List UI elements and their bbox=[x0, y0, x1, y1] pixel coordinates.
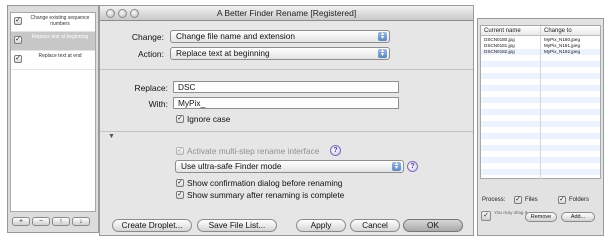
column-header-change-to[interactable]: Change to bbox=[541, 26, 600, 36]
window-title: A Better Finder Rename [Registered] bbox=[216, 8, 357, 18]
column-header-current[interactable]: Current name bbox=[481, 26, 540, 36]
safe-mode-value: Use ultra-safe Finder mode bbox=[181, 161, 282, 171]
checkmark-icon: ✓ bbox=[176, 191, 184, 199]
change-label: Change: bbox=[131, 32, 164, 42]
create-droplet-button[interactable]: Create Droplet... bbox=[112, 219, 192, 232]
step-item-selected[interactable]: ✓ Replace text at beginning bbox=[11, 32, 95, 51]
chevron-updown-icon: ▴ ▾ bbox=[378, 31, 387, 41]
action-value: Replace text at beginning bbox=[176, 48, 270, 58]
divider bbox=[100, 69, 473, 70]
steps-list: ✓ Change existing sequence numbers ✓ Rep… bbox=[10, 12, 96, 212]
steps-window: ✓ Change existing sequence numbers ✓ Rep… bbox=[7, 5, 99, 233]
step-label: Replace text at end bbox=[38, 53, 82, 59]
checkmark-icon: ✓ bbox=[558, 196, 566, 204]
move-down-button[interactable]: ↓ bbox=[72, 217, 90, 226]
cancel-button[interactable]: Cancel bbox=[350, 219, 400, 232]
ignore-case-label: Ignore case bbox=[187, 114, 231, 124]
checkmark-icon: ✓ bbox=[514, 196, 522, 204]
drop-target-icon[interactable]: ✓ bbox=[481, 211, 491, 221]
title-bar: A Better Finder Rename [Registered] bbox=[100, 6, 473, 21]
step-enabled-checkbox[interactable]: ✓ bbox=[14, 17, 22, 25]
add-button[interactable]: Add... bbox=[561, 212, 595, 222]
step-label: Change existing sequence numbers bbox=[30, 15, 90, 27]
help-icon[interactable]: ? bbox=[407, 161, 418, 172]
main-window: A Better Finder Rename [Registered] Chan… bbox=[99, 5, 474, 236]
step-enabled-checkbox[interactable]: ✓ bbox=[14, 55, 22, 63]
preview-window: Current name Change to DSCN0180.jpg MyPi… bbox=[477, 18, 604, 236]
divider bbox=[100, 131, 473, 132]
replace-label: Replace: bbox=[134, 83, 168, 93]
step-enabled-checkbox[interactable]: ✓ bbox=[14, 36, 22, 44]
apply-button[interactable]: Apply bbox=[296, 219, 346, 232]
action-label: Action: bbox=[138, 49, 164, 59]
with-label: With: bbox=[148, 99, 168, 109]
step-item[interactable]: ✓ Replace text at end bbox=[11, 51, 95, 70]
process-files-label: Files bbox=[525, 197, 538, 203]
add-step-button[interactable]: + bbox=[12, 217, 30, 226]
process-label: Process: bbox=[482, 197, 506, 203]
multistep-label: Activate multi-step rename interface bbox=[187, 146, 320, 156]
with-input[interactable]: MyPix_ bbox=[173, 97, 399, 109]
process-folders-label: Folders bbox=[569, 197, 590, 203]
change-value: Change file name and extension bbox=[176, 31, 296, 41]
checkmark-icon: ✓ bbox=[176, 115, 184, 123]
safe-mode-popup[interactable]: Use ultra-safe Finder mode ▴ ▾ bbox=[175, 160, 404, 173]
move-up-button[interactable]: ↑ bbox=[52, 217, 70, 226]
drag-hint: You may drag & bbox=[494, 211, 528, 216]
replace-input[interactable]: DSC bbox=[173, 81, 399, 93]
summary-label: Show summary after renaming is complete bbox=[187, 190, 345, 200]
chevron-updown-icon: ▴ ▾ bbox=[378, 48, 387, 58]
current-name-cell: DSCN0182.jpg bbox=[484, 49, 515, 54]
change-popup[interactable]: Change file name and extension ▴ ▾ bbox=[170, 30, 390, 43]
save-file-list-button[interactable]: Save File List... bbox=[197, 219, 277, 232]
change-to-cell: MyPix_N182.jpeg bbox=[544, 49, 581, 54]
preview-table: Current name Change to DSCN0180.jpg MyPi… bbox=[480, 25, 601, 179]
checkmark-icon: ✓ bbox=[176, 147, 184, 155]
help-icon[interactable]: ? bbox=[330, 145, 341, 156]
step-label: Replace text at beginning bbox=[31, 34, 89, 40]
disclosure-triangle-icon[interactable]: ▼ bbox=[108, 133, 115, 140]
action-popup[interactable]: Replace text at beginning ▴ ▾ bbox=[170, 47, 390, 60]
remove-step-button[interactable]: − bbox=[32, 217, 50, 226]
confirm-dialog-label: Show confirmation dialog before renaming bbox=[187, 178, 343, 188]
checkmark-icon: ✓ bbox=[176, 179, 184, 187]
remove-button[interactable]: Remove bbox=[525, 212, 557, 222]
chevron-updown-icon: ▴ ▾ bbox=[392, 161, 401, 171]
ok-button[interactable]: OK bbox=[403, 219, 463, 232]
step-item[interactable]: ✓ Change existing sequence numbers bbox=[11, 13, 95, 32]
